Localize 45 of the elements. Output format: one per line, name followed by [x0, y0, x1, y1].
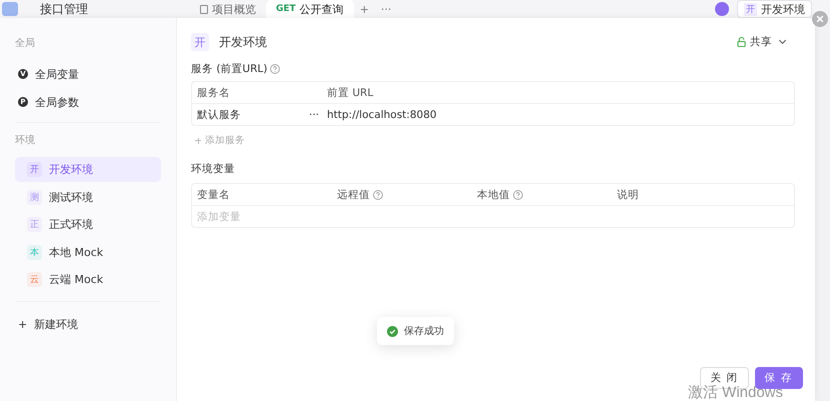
method-label: GET: [276, 4, 296, 14]
environment-title: 开发环境: [219, 34, 268, 50]
section-title: 服务 (前置URL): [191, 62, 268, 76]
environment-badge: 测: [27, 190, 42, 204]
table-cell-text: http://localhost:8080: [327, 108, 438, 120]
add-tab-button[interactable]: +: [354, 2, 375, 16]
environment-item[interactable]: 本 本地 Mock: [15, 240, 161, 264]
close-icon[interactable]: [812, 11, 828, 27]
environment-selector[interactable]: 开 开发环境: [737, 0, 812, 18]
environment-badge: 云: [27, 272, 42, 287]
environment-item[interactable]: 云 云端 Mock: [15, 267, 161, 292]
app-logo: [2, 2, 18, 16]
column-header: 远程值: [337, 188, 370, 202]
environment-badge: 本: [27, 244, 42, 260]
column-header: 变量名: [197, 188, 230, 202]
environment-badge: 正: [27, 217, 42, 232]
app-title: 接口管理: [40, 0, 89, 18]
help-icon: [373, 190, 383, 200]
environment-item[interactable]: 开 开发环境: [15, 157, 161, 182]
environment-item[interactable]: 测 测试环境: [15, 184, 161, 210]
more-button[interactable]: ···: [309, 108, 327, 120]
column-header: 说明: [617, 188, 639, 202]
column-header: 服务名: [197, 86, 231, 100]
environment-item[interactable]: 正 正式环境: [15, 212, 161, 237]
save-button[interactable]: 保 存: [754, 367, 803, 389]
section-title: 环境变量: [191, 162, 235, 176]
help-icon: [270, 64, 280, 74]
document-icon: [200, 4, 208, 14]
section-label: 环境: [15, 134, 36, 147]
section-label: 全局: [15, 37, 36, 50]
help-icon: [513, 190, 523, 200]
more-button[interactable]: ···: [374, 2, 398, 16]
table-cell-text: 默认服务: [197, 108, 242, 122]
environment-badge: 开: [191, 33, 209, 51]
share-button[interactable]: 共享: [737, 35, 785, 49]
tab[interactable]: 项目概览: [190, 0, 266, 18]
column-header: 本地值: [477, 188, 510, 202]
tab[interactable]: GET 公开查询: [266, 0, 354, 18]
environment-badge: 开: [27, 162, 42, 177]
column-header: 前置 URL: [327, 86, 374, 100]
success-icon: [387, 326, 398, 336]
new-environment-button[interactable]: + 新建环境: [15, 312, 161, 338]
toast-text: 保存成功: [404, 324, 444, 338]
lock-icon: [737, 37, 746, 47]
avatar[interactable]: [715, 2, 729, 16]
